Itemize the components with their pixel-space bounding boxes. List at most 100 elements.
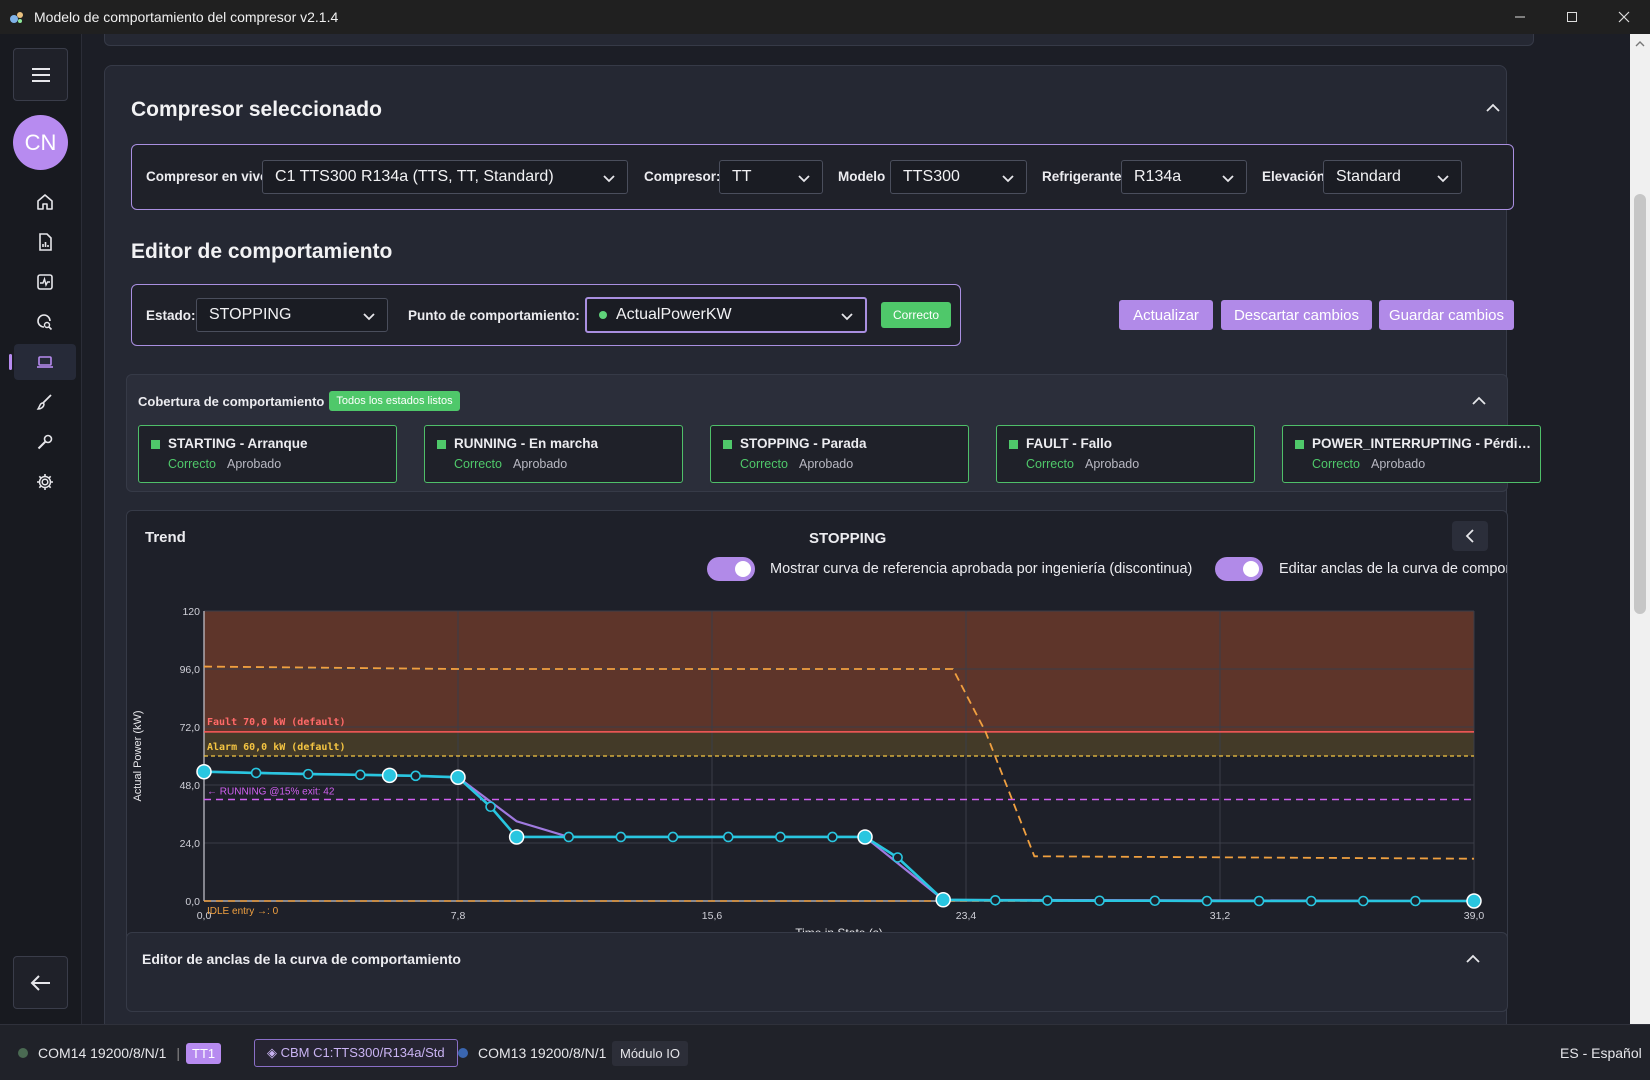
status-square — [151, 440, 160, 449]
curve-data-point — [722, 831, 734, 843]
coverage-card-approval: Aprobado — [799, 457, 854, 471]
nav-monitor[interactable] — [14, 264, 76, 300]
collapse-coverage-button[interactable] — [1469, 391, 1489, 411]
save-changes-button[interactable]: Guardar cambios — [1379, 300, 1514, 330]
port-label-2: COM13 19200/8/N/1 — [478, 1045, 607, 1061]
curve-data-point — [1149, 895, 1161, 907]
curve-anchor-point[interactable] — [381, 767, 398, 784]
connection-dot — [18, 1048, 28, 1058]
vertical-scrollbar[interactable] — [1630, 34, 1650, 1044]
nav-tools[interactable] — [14, 424, 76, 460]
behavior-point-label: Punto de comportamiento: — [408, 308, 580, 323]
refrigerant-value: R134a — [1134, 168, 1182, 185]
coverage-panel: Cobertura de comportamiento Todos los es… — [126, 374, 1541, 492]
curve-anchor-point[interactable] — [508, 829, 525, 845]
menu-button[interactable] — [13, 48, 68, 101]
coverage-card-stopping[interactable]: STOPPING - Parada Correcto Aprobado — [710, 425, 969, 483]
update-button[interactable]: Actualizar — [1119, 300, 1213, 330]
x-tick-label: 15,6 — [702, 910, 723, 922]
avatar[interactable]: CN — [13, 115, 68, 170]
curve-anchor-point[interactable] — [450, 769, 466, 786]
compressor-select[interactable]: TT — [719, 160, 823, 194]
selected-compressor-heading: Compresor seleccionado — [131, 98, 382, 121]
maximize-icon — [1567, 12, 1577, 22]
chevron-left-icon — [1465, 529, 1474, 543]
module-io[interactable]: Módulo IO — [612, 1025, 688, 1080]
coverage-card-approval: Aprobado — [227, 457, 282, 471]
collapse-trend-options-button[interactable] — [1452, 521, 1488, 551]
nav-home[interactable] — [14, 184, 76, 220]
edit-anchors-toggle[interactable] — [1215, 557, 1263, 581]
nav-report[interactable] — [14, 224, 76, 260]
tag-cbm[interactable]: ◈ CBM C1:TTS300/R134a/Std — [254, 1025, 458, 1080]
alarm-zone — [204, 731, 1474, 756]
collapse-anchors-button[interactable] — [1463, 949, 1483, 969]
scroll-up-icon[interactable] — [1630, 36, 1650, 52]
curve-data-point — [410, 770, 421, 782]
coverage-card-fault[interactable]: FAULT - Fallo Correcto Aprobado — [996, 425, 1255, 483]
coverage-card-starting[interactable]: STARTING - Arranque Correcto Aprobado — [138, 425, 397, 483]
behavior-editor-box: Estado: STOPPING Punto de comportamiento… — [131, 284, 961, 346]
x-tick-label: 7,8 — [451, 910, 466, 922]
collapse-compressor-button[interactable] — [1483, 98, 1503, 118]
curve-anchor-point[interactable] — [196, 763, 212, 780]
curve-data-point — [1357, 895, 1369, 907]
close-icon — [1618, 11, 1630, 23]
discard-changes-button[interactable]: Descartar cambios — [1221, 300, 1372, 330]
nav-settings[interactable] — [14, 464, 76, 500]
nav-behavior-model[interactable] — [9, 344, 76, 380]
coverage-card-status: Correcto — [168, 457, 216, 471]
compressor-selection-box: Compresor en vivo C1 TTS300 R134a (TTS, … — [131, 144, 1514, 210]
app-icon — [8, 8, 26, 26]
nav-history[interactable] — [14, 304, 76, 340]
running-exit-label: ← RUNNING @15% exit: 42 — [207, 787, 335, 798]
coverage-card-power-interrupting[interactable]: POWER_INTERRUPTING - Pérdida d... Correc… — [1282, 425, 1541, 483]
curve-data-point — [1253, 895, 1265, 907]
maximize-button[interactable] — [1546, 0, 1598, 34]
title-bar: Modelo de comportamiento del compresor v… — [0, 0, 1650, 34]
curve-anchor-point[interactable] — [1466, 893, 1482, 909]
behavior-point-value: ActualPowerKW — [616, 306, 732, 323]
behavior-curve — [203, 770, 1474, 903]
curve-data-point — [485, 801, 496, 813]
nav-edit[interactable] — [14, 384, 76, 420]
chevron-up-icon — [1472, 396, 1486, 405]
y-tick-label: 0,0 — [185, 896, 200, 908]
y-tick-label: 96,0 — [180, 664, 201, 676]
state-select[interactable]: STOPPING — [196, 298, 388, 332]
x-tick-labels: 0,0 7,8 15,6 23,4 31,2 39,0 — [197, 910, 1485, 922]
trend-chart[interactable]: 0,0 24,0 48,0 72,0 96,0 120 0,0 7,8 15,6 23,4 31,… — [127, 581, 1507, 941]
model-value: TTS300 — [903, 168, 960, 185]
language-selector[interactable]: ES - Español — [1560, 1025, 1642, 1080]
behavior-point-select[interactable]: ActualPowerKW — [585, 297, 867, 333]
curve-data-point — [250, 767, 262, 779]
trend-state: STOPPING — [809, 530, 887, 547]
curve-anchor-point[interactable] — [935, 892, 951, 908]
compressor-value: TT — [732, 168, 752, 185]
chevron-down-icon — [363, 313, 375, 321]
chevron-down-icon — [603, 175, 615, 183]
tag-tt1[interactable]: TT1 — [186, 1025, 222, 1080]
close-button[interactable] — [1598, 0, 1650, 34]
curve-data-point — [1410, 895, 1421, 907]
curve-data-point — [775, 831, 786, 843]
x-tick-label: 39,0 — [1464, 910, 1485, 922]
scrollbar-thumb[interactable] — [1634, 194, 1646, 614]
back-button[interactable] — [13, 956, 68, 1009]
refrigerant-select[interactable]: R134a — [1121, 160, 1247, 194]
minimize-button[interactable] — [1494, 0, 1546, 34]
state-label: Estado: — [146, 308, 196, 323]
elevation-select[interactable]: Standard — [1323, 160, 1462, 194]
refresh-search-icon — [37, 314, 53, 331]
curve-anchor-point[interactable] — [857, 829, 873, 845]
live-compressor-select[interactable]: C1 TTS300 R134a (TTS, TT, Standard) — [262, 160, 628, 194]
wrench-icon — [37, 434, 53, 450]
window-title: Modelo de comportamiento del compresor v… — [34, 9, 339, 25]
arrow-left-icon — [30, 974, 50, 991]
trend-title: Trend — [145, 529, 186, 546]
minimize-icon — [1515, 16, 1525, 18]
model-select[interactable]: TTS300 — [890, 160, 1027, 194]
coverage-card-running[interactable]: RUNNING - En marcha Correcto Aprobado — [424, 425, 683, 483]
reference-curve-toggle[interactable] — [707, 557, 755, 581]
chevron-down-icon — [1222, 175, 1234, 183]
